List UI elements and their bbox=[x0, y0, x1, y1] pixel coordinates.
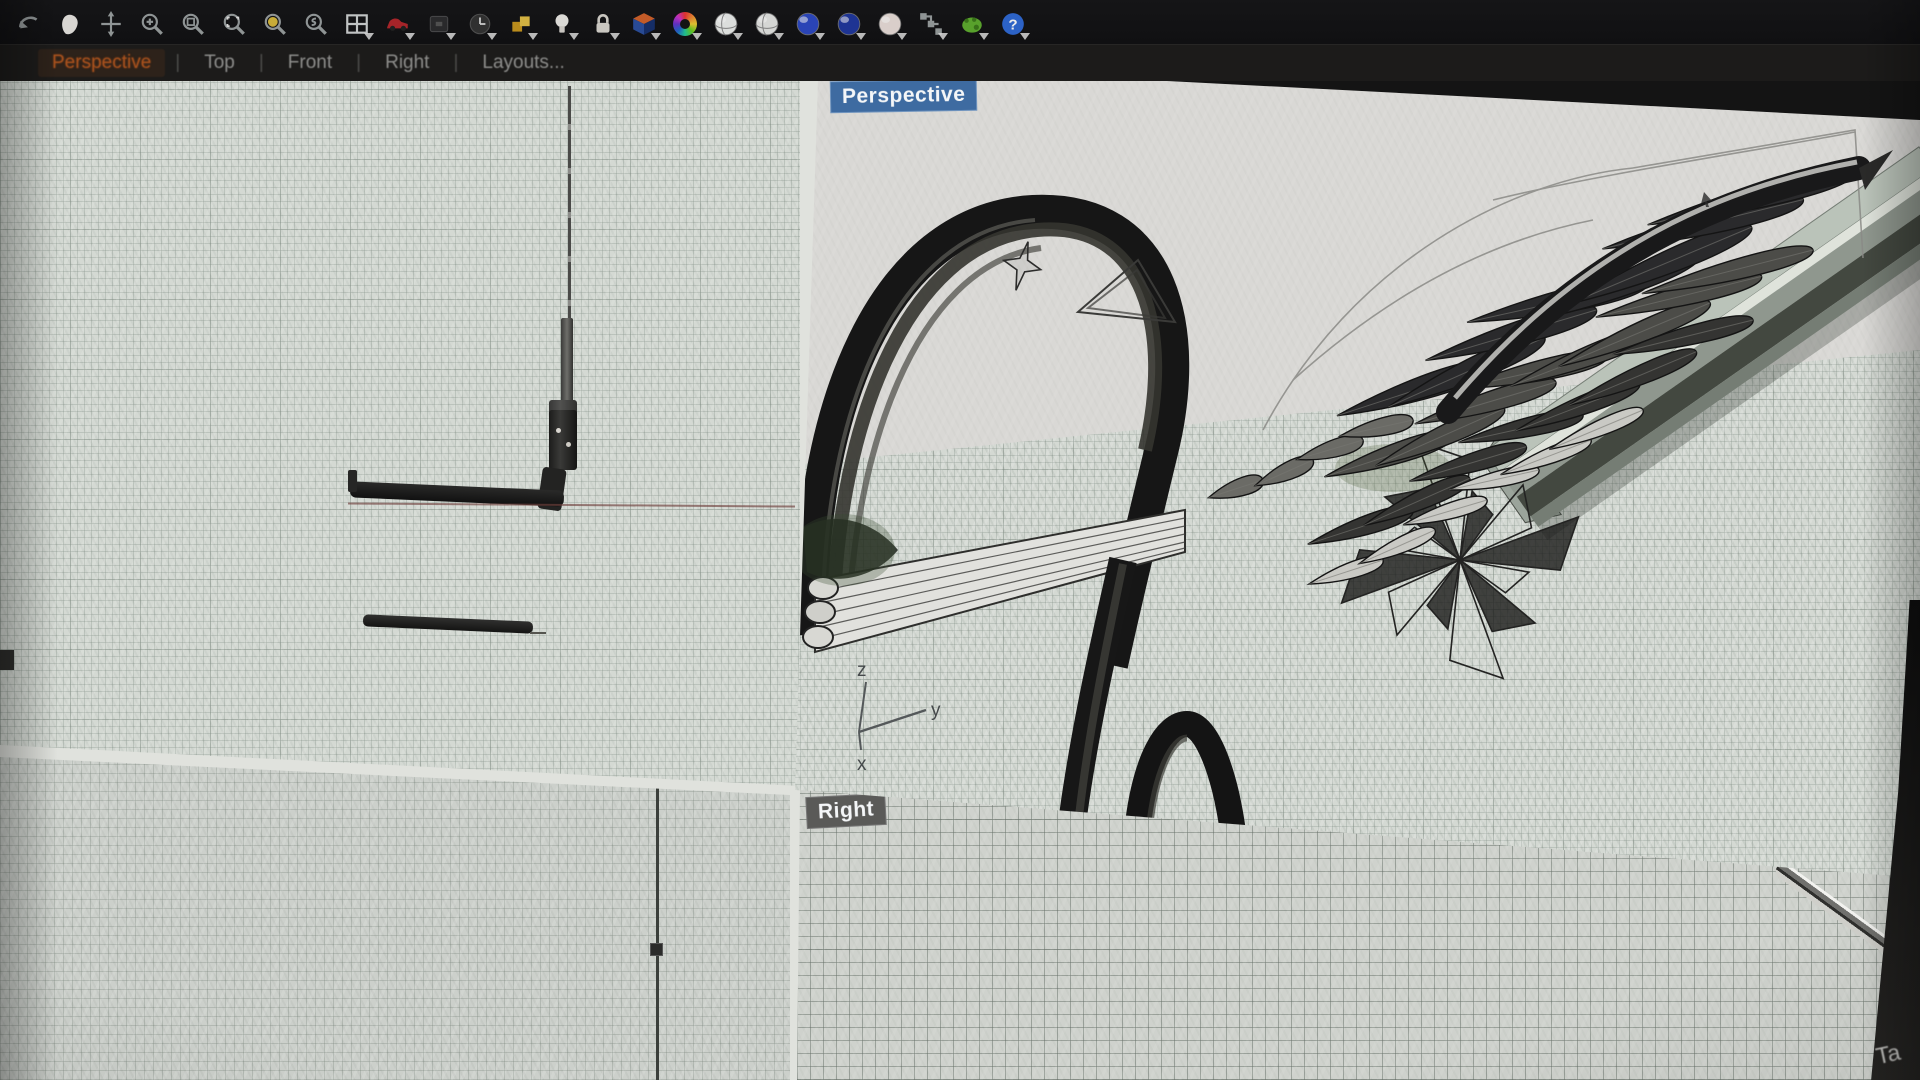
light-bulb-icon[interactable] bbox=[547, 8, 577, 40]
dropdown-arrow-icon[interactable] bbox=[487, 33, 497, 40]
dropdown-arrow-icon[interactable] bbox=[1020, 33, 1030, 40]
model-antenna-segment bbox=[561, 318, 573, 404]
wireframe-sphere-icon[interactable] bbox=[752, 8, 782, 40]
dropdown-arrow-icon[interactable] bbox=[692, 33, 702, 40]
side-panel-label: Ta bbox=[1873, 1039, 1902, 1070]
dropdown-arrow-icon[interactable] bbox=[405, 33, 415, 40]
dropdown-arrow-icon[interactable] bbox=[364, 33, 374, 40]
zoom-selected-icon[interactable] bbox=[219, 8, 249, 40]
rendered-sphere-icon[interactable] bbox=[793, 8, 823, 40]
dropdown-arrow-icon[interactable] bbox=[610, 33, 620, 40]
joints-icon[interactable] bbox=[916, 8, 946, 40]
dropdown-arrow-icon[interactable] bbox=[446, 33, 456, 40]
wireframe-caduceus-model bbox=[793, 80, 1920, 890]
dropdown-arrow-icon[interactable] bbox=[733, 33, 743, 40]
zoom-scale-icon[interactable] bbox=[301, 8, 331, 40]
right-viewport-badge[interactable]: Right bbox=[805, 793, 887, 829]
tab-separator: | bbox=[259, 52, 264, 74]
undo-icon[interactable] bbox=[14, 8, 44, 40]
set-view-clock-icon[interactable] bbox=[465, 8, 495, 40]
model-antenna-motor bbox=[549, 400, 577, 470]
dropdown-arrow-icon[interactable] bbox=[569, 33, 579, 40]
dropdown-arrow-icon[interactable] bbox=[856, 33, 866, 40]
control-point-handle[interactable] bbox=[650, 943, 663, 956]
dropdown-arrow-icon[interactable] bbox=[774, 33, 784, 40]
tab-separator: | bbox=[356, 52, 361, 74]
turtle-icon[interactable] bbox=[957, 8, 987, 40]
axis-z-label: z bbox=[857, 660, 867, 681]
car-display-icon[interactable] bbox=[383, 8, 413, 40]
tab-perspective[interactable]: Perspective bbox=[38, 49, 165, 77]
dropdown-arrow-icon[interactable] bbox=[938, 33, 948, 40]
axis-x-label: x bbox=[857, 754, 867, 775]
dropdown-arrow-icon[interactable] bbox=[528, 33, 538, 40]
color-wheel-icon[interactable] bbox=[670, 8, 700, 40]
raytrace-sphere-icon[interactable] bbox=[834, 8, 864, 40]
mouse-cursor bbox=[1701, 192, 1715, 208]
construction-line bbox=[348, 502, 795, 507]
toolbar-icon-row: ? bbox=[14, 2, 1028, 46]
viewport-front[interactable] bbox=[0, 745, 790, 1080]
tab-top[interactable]: Top bbox=[190, 49, 249, 77]
zoom-in-icon[interactable] bbox=[137, 8, 167, 40]
tab-separator: | bbox=[175, 52, 180, 74]
layers-icon[interactable] bbox=[506, 8, 536, 40]
toolbar: ? Perspective | Top | Front | Right | Layouts... bbox=[0, 0, 1920, 80]
material-cube-icon[interactable] bbox=[629, 8, 659, 40]
screen-icon[interactable] bbox=[424, 8, 454, 40]
dropdown-arrow-icon[interactable] bbox=[897, 33, 907, 40]
tab-layouts[interactable]: Layouts... bbox=[468, 49, 578, 77]
dropdown-arrow-icon[interactable] bbox=[979, 33, 989, 40]
dropdown-arrow-icon[interactable] bbox=[815, 33, 825, 40]
viewport-tab-bar: Perspective | Top | Front | Right | Layouts... bbox=[0, 44, 1920, 81]
viewport-top[interactable] bbox=[0, 80, 800, 790]
viewport-perspective[interactable]: z y x Perspective bbox=[793, 80, 1920, 890]
lock-icon[interactable] bbox=[588, 8, 618, 40]
application-window: ? Perspective | Top | Front | Right | Layouts... bbox=[0, 0, 1920, 1080]
model-bar bbox=[363, 614, 533, 633]
tab-front[interactable]: Front bbox=[274, 49, 346, 77]
pearl-sphere-icon[interactable] bbox=[875, 8, 905, 40]
perspective-viewport-badge[interactable]: Perspective bbox=[830, 80, 978, 113]
help-icon[interactable]: ? bbox=[998, 8, 1028, 40]
pan-hand-icon[interactable] bbox=[55, 8, 85, 40]
model-front-line bbox=[656, 785, 659, 1080]
zoom-window-icon[interactable] bbox=[178, 8, 208, 40]
tab-right[interactable]: Right bbox=[371, 49, 443, 77]
move-icon[interactable] bbox=[96, 8, 126, 40]
axis-y-label: y bbox=[931, 700, 941, 721]
tab-separator: | bbox=[453, 52, 458, 74]
viewport-layout-icon[interactable] bbox=[342, 8, 372, 40]
svg-text:?: ? bbox=[1008, 16, 1017, 33]
shaded-sphere-icon[interactable] bbox=[711, 8, 741, 40]
zoom-extents-icon[interactable] bbox=[260, 8, 290, 40]
axis-gizmo: z y x bbox=[823, 660, 953, 780]
dropdown-arrow-icon[interactable] bbox=[651, 33, 661, 40]
